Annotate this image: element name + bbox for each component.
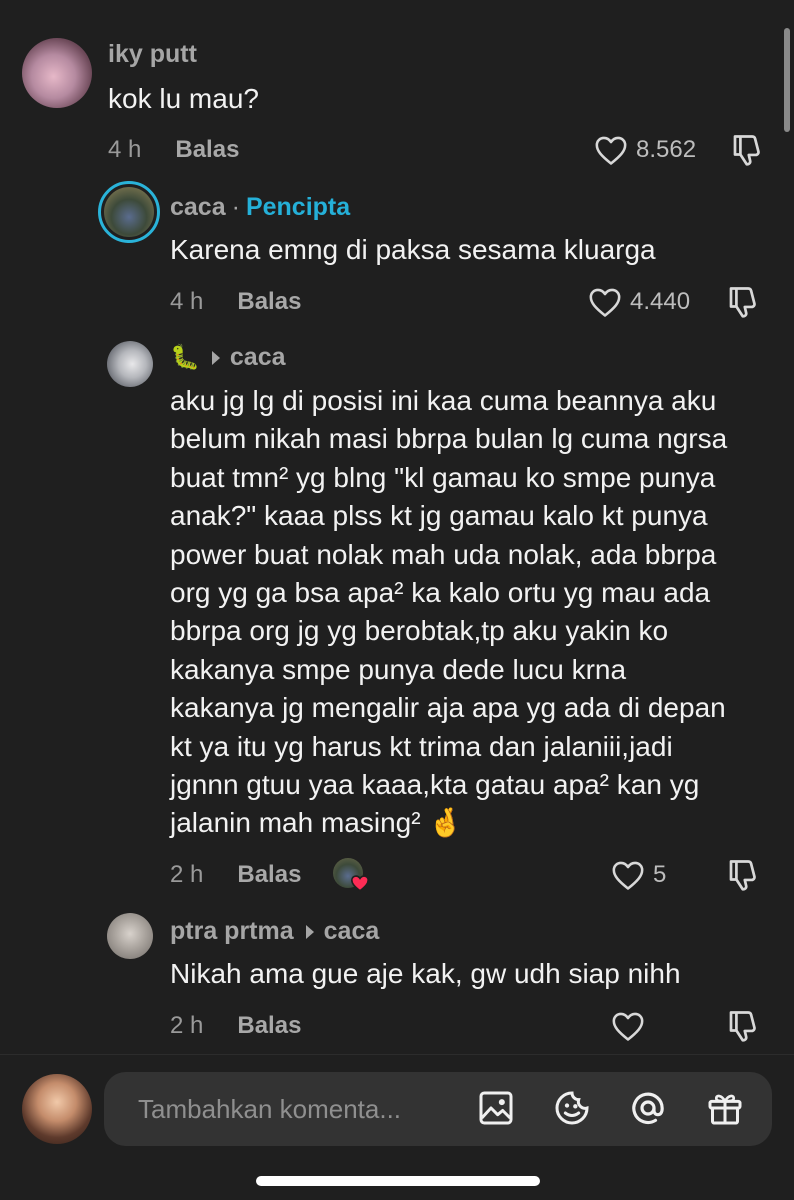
username-text[interactable]: caca (170, 193, 226, 222)
comment-username[interactable]: 🐛 caca (170, 343, 286, 372)
comment-meta: 4 h Balas (108, 136, 239, 164)
creator-badge: Pencipta (245, 193, 351, 221)
reply-to-username[interactable]: caca (324, 917, 380, 946)
avatar-image (104, 187, 154, 237)
comment-username[interactable]: iky putt (108, 40, 197, 69)
emoji-icon[interactable] (552, 1088, 592, 1128)
comment-text: kok lu mau? (108, 80, 259, 118)
comment-line: bbrpa org jg yg berobtak,tp aku yakin ko (170, 615, 669, 647)
comment-line: anak?" kaaa plss kt jg gamau kalo kt pun… (170, 500, 708, 532)
avatar[interactable] (107, 913, 153, 959)
heart-icon (589, 288, 621, 317)
dislike-icon[interactable] (724, 857, 762, 893)
comment-text: Nikah ama gue aje kak, gw udh siap nihh (170, 955, 681, 993)
comment-time: 2 h (170, 861, 204, 888)
reply-button[interactable]: Balas (237, 1012, 301, 1040)
like-button[interactable]: 5 (611, 859, 666, 891)
dislike-icon[interactable] (728, 132, 766, 168)
dislike-icon[interactable] (724, 284, 762, 320)
comment-meta: 2 h Balas (170, 1012, 301, 1040)
comment-line: kt ya itu yg harus kt trima dan jalaniii… (170, 730, 673, 762)
reply-to-username[interactable]: caca (230, 343, 286, 372)
dislike-icon[interactable] (724, 1008, 762, 1044)
heart-icon (612, 1012, 644, 1041)
comment-time: 4 h (108, 136, 142, 163)
comment-line: power buat nolak mah uda nolak, ada bbrp… (170, 538, 717, 570)
comment-line: kok lu mau? (108, 83, 259, 114)
mention-icon[interactable] (628, 1088, 668, 1128)
comment-line: aku jg lg di posisi ini kaa cuma beannya… (170, 385, 717, 416)
like-button[interactable]: 8.562 (594, 134, 696, 166)
comment-text: aku jg lg di posisi ini kaa cuma beannya… (170, 382, 727, 843)
comment-line: kakanya smpe punya dede lucu krna (170, 653, 627, 685)
comment-text: Karena emng di paksa sesama kluarga (170, 231, 656, 269)
comment-line: belum nikah masi bbrpa bulan lg cuma ngr… (170, 423, 728, 455)
comment-line: org yg ga bsa apa² ka kalo ortu yg mau a… (170, 577, 711, 609)
creator-liked-badge (333, 858, 370, 894)
heart-filled-icon (350, 875, 370, 892)
username-text[interactable]: ptra prtma (170, 917, 294, 946)
reply-caret-icon (211, 350, 220, 365)
heart-icon (612, 861, 644, 890)
comment-line: buat tmn² yg blng "kl gamau ko smpe puny… (170, 461, 716, 493)
reply-button[interactable]: Balas (237, 288, 301, 316)
avatar[interactable] (22, 38, 92, 108)
comment-username[interactable]: ptra prtma caca (170, 917, 379, 946)
scrollbar[interactable] (784, 28, 790, 132)
home-indicator[interactable] (256, 1176, 540, 1186)
comment-meta: 4 h Balas (170, 288, 301, 316)
comment-meta: 2 h Balas (170, 861, 301, 889)
reply-caret-icon (305, 924, 314, 939)
comment-line: Karena emng di paksa sesama kluarga (170, 234, 656, 265)
reply-button[interactable]: Balas (175, 136, 239, 164)
comment-line: Nikah ama gue aje kak, gw udh siap nihh (170, 958, 681, 989)
avatar[interactable] (107, 341, 153, 387)
like-count: 8.562 (636, 136, 697, 163)
gift-icon[interactable] (705, 1088, 745, 1128)
image-icon[interactable] (476, 1088, 516, 1128)
heart-icon (595, 136, 627, 165)
like-button[interactable] (611, 1010, 653, 1042)
comment-username[interactable]: caca · Pencipta (170, 193, 350, 222)
comment-line: kakanya jg mengalir aja apa yg ada di de… (170, 692, 726, 724)
like-count: 4.440 (630, 288, 691, 315)
creator-avatar[interactable] (98, 181, 160, 243)
reply-button[interactable]: Balas (237, 861, 301, 889)
username-text[interactable]: 🐛 (170, 343, 200, 372)
comment-time: 4 h (170, 288, 204, 315)
my-avatar[interactable] (22, 1074, 92, 1144)
username-text[interactable]: iky putt (108, 40, 197, 69)
like-count: 5 (653, 861, 667, 888)
separator-dot: · (231, 193, 240, 221)
like-button[interactable]: 4.440 (588, 286, 690, 318)
comment-line: jalanin mah masing² 🤞 (170, 807, 464, 839)
comment-time: 2 h (170, 1012, 204, 1039)
comment-line: jgnnn gtuu yaa kaaa,kta gatau apa² kan y… (170, 769, 700, 801)
comment-input-placeholder[interactable]: Tambahkan komenta... (138, 1094, 401, 1125)
